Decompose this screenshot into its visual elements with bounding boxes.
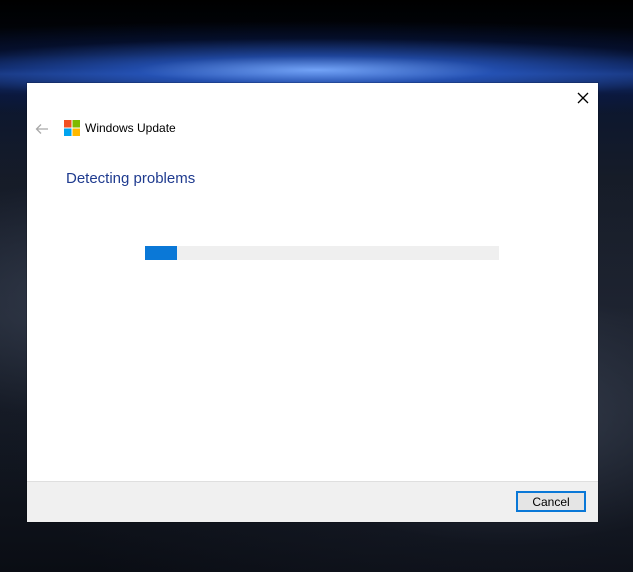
cancel-button[interactable]: Cancel [516, 491, 586, 512]
progress-bar [145, 246, 499, 260]
windows-logo-icon [64, 120, 80, 136]
close-button[interactable] [567, 83, 598, 113]
back-button[interactable] [32, 119, 52, 139]
dialog-footer: Cancel [27, 481, 598, 522]
close-icon [577, 92, 588, 104]
app-title: Windows Update [85, 121, 176, 135]
page-heading: Detecting problems [66, 170, 196, 187]
troubleshooter-dialog: Windows Update Detecting problems Cancel [27, 83, 598, 522]
progress-fill [145, 246, 177, 260]
back-arrow-icon [35, 124, 48, 134]
